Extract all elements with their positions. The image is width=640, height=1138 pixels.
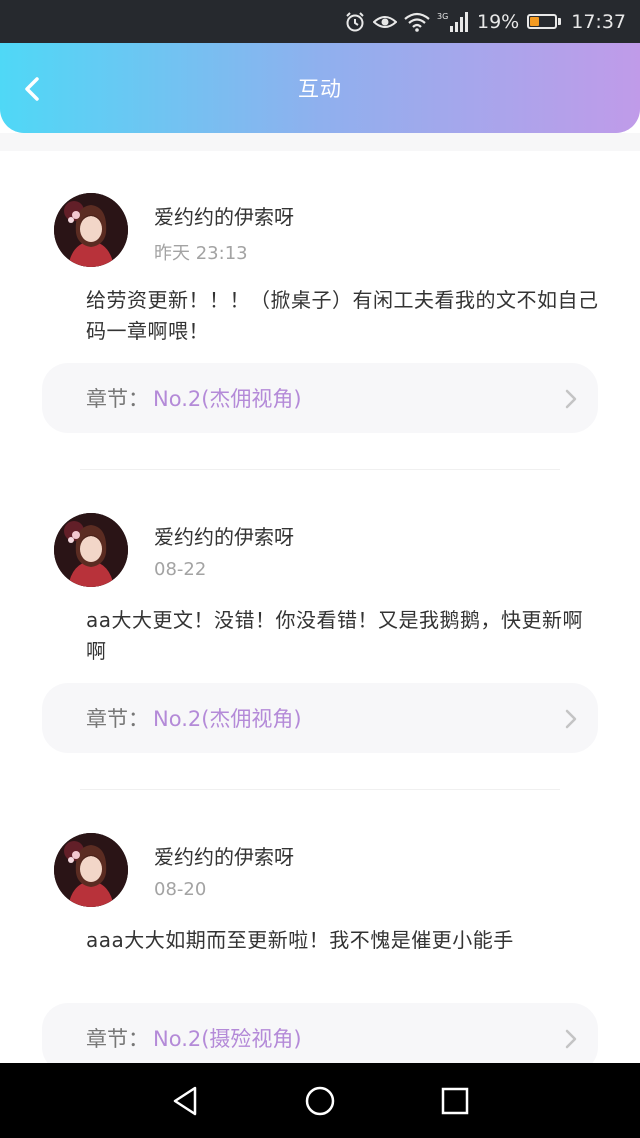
nav-home-button[interactable] bbox=[290, 1071, 350, 1131]
battery-percent: 19% bbox=[477, 10, 520, 33]
chapter-link[interactable]: 章节： No.2(杰佣视角) bbox=[42, 683, 598, 753]
chapter-link[interactable]: 章节： No.2(杰佣视角) bbox=[42, 363, 598, 433]
comment-item[interactable]: 爱约约的伊索呀 08-22 aa大大更文！没错！你没看错！又是我鹅鹅，快更新啊啊… bbox=[0, 471, 640, 791]
divider bbox=[80, 469, 560, 470]
eye-icon bbox=[373, 13, 397, 31]
divider bbox=[80, 789, 560, 790]
top-spacer bbox=[0, 133, 640, 151]
avatar[interactable] bbox=[54, 513, 128, 587]
comment-item[interactable]: 爱约约的伊索呀 昨天 23:13 给劳资更新！！！（掀桌子）有闲工夫看我的文不如… bbox=[0, 151, 640, 471]
network-type-label: 3G bbox=[437, 12, 448, 21]
alarm-icon bbox=[344, 11, 366, 33]
comment-text: aa大大更文！没错！你没看错！又是我鹅鹅，快更新啊啊 bbox=[86, 608, 584, 663]
comment-text: aaa大大如期而至更新啦！我不愧是催更小能手 bbox=[86, 928, 514, 952]
battery-icon bbox=[527, 14, 562, 29]
username[interactable]: 爱约约的伊索呀 bbox=[154, 201, 294, 230]
chapter-name: No.2(杰佣视角) bbox=[153, 387, 302, 411]
chevron-right-icon bbox=[565, 389, 577, 409]
system-nav-bar bbox=[0, 1063, 640, 1138]
signal-icon: 3G bbox=[437, 11, 471, 33]
home-circle-icon bbox=[305, 1086, 335, 1115]
chapter-prefix: 章节： bbox=[86, 707, 149, 731]
comment-time: 昨天 23:13 bbox=[154, 243, 248, 264]
avatar[interactable] bbox=[54, 833, 128, 907]
chevron-right-icon bbox=[565, 1029, 577, 1049]
chapter-prefix: 章节： bbox=[86, 1027, 149, 1051]
app-header: 互动 bbox=[0, 43, 640, 133]
nav-recents-button[interactable] bbox=[425, 1071, 485, 1131]
back-triangle-icon bbox=[174, 1086, 197, 1115]
recents-square-icon bbox=[441, 1087, 468, 1114]
chapter-name: No.2(摄殓视角) bbox=[153, 1027, 302, 1051]
clock: 17:37 bbox=[571, 10, 626, 33]
page-title: 互动 bbox=[298, 77, 342, 101]
comment-list[interactable]: 爱约约的伊索呀 昨天 23:13 给劳资更新！！！（掀桌子）有闲工夫看我的文不如… bbox=[0, 133, 640, 1063]
nav-back-button[interactable] bbox=[155, 1071, 215, 1131]
username[interactable]: 爱约约的伊索呀 bbox=[154, 521, 294, 550]
chevron-left-icon bbox=[25, 77, 39, 101]
status-bar: 3G 19% 17:37 bbox=[0, 0, 640, 43]
chapter-prefix: 章节： bbox=[86, 387, 149, 411]
comment-time: 08-22 bbox=[154, 559, 207, 580]
wifi-icon bbox=[404, 12, 430, 32]
username[interactable]: 爱约约的伊索呀 bbox=[154, 841, 294, 870]
chevron-right-icon bbox=[565, 709, 577, 729]
comment-text: 给劳资更新！！！（掀桌子）有闲工夫看我的文不如自己码一章啊喂！ bbox=[86, 288, 599, 343]
comment-time: 08-20 bbox=[154, 879, 207, 900]
comment-item[interactable]: 爱约约的伊索呀 08-20 aaa大大如期而至更新啦！我不愧是催更小能手 章节：… bbox=[0, 791, 640, 1063]
back-button[interactable] bbox=[16, 73, 48, 105]
chapter-name: No.2(杰佣视角) bbox=[153, 707, 302, 731]
avatar[interactable] bbox=[54, 193, 128, 267]
chapter-link[interactable]: 章节： No.2(摄殓视角) bbox=[42, 1003, 598, 1063]
